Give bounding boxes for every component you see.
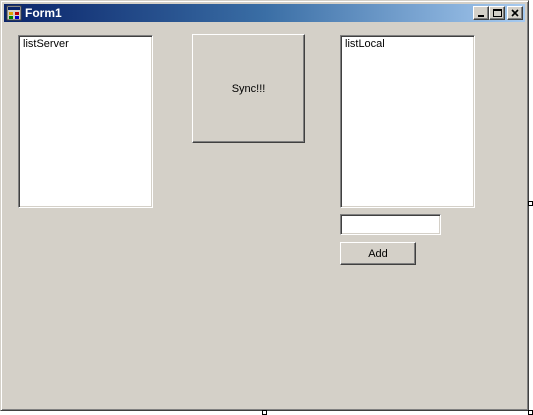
add-button[interactable]: Add [340, 242, 416, 265]
local-listbox[interactable]: listLocal [340, 35, 475, 208]
resize-handle-right[interactable] [528, 201, 533, 206]
form1-window: Form1 listServer Sync!!! listLocal Add [0, 0, 529, 411]
maximize-button[interactable] [489, 6, 505, 20]
server-list-item[interactable]: listServer [23, 38, 69, 51]
server-listbox[interactable]: listServer [18, 35, 153, 208]
add-item-input[interactable] [340, 214, 441, 235]
local-list-item[interactable]: listLocal [345, 38, 385, 51]
sync-button[interactable]: Sync!!! [192, 34, 305, 143]
close-button[interactable] [507, 6, 523, 20]
resize-handle-corner[interactable] [528, 410, 533, 415]
window-title: Form1 [25, 6, 62, 20]
resize-handle-bottom[interactable] [262, 410, 267, 415]
app-icon[interactable] [6, 5, 22, 21]
minimize-button[interactable] [473, 6, 489, 20]
title-bar[interactable]: Form1 [4, 4, 525, 22]
